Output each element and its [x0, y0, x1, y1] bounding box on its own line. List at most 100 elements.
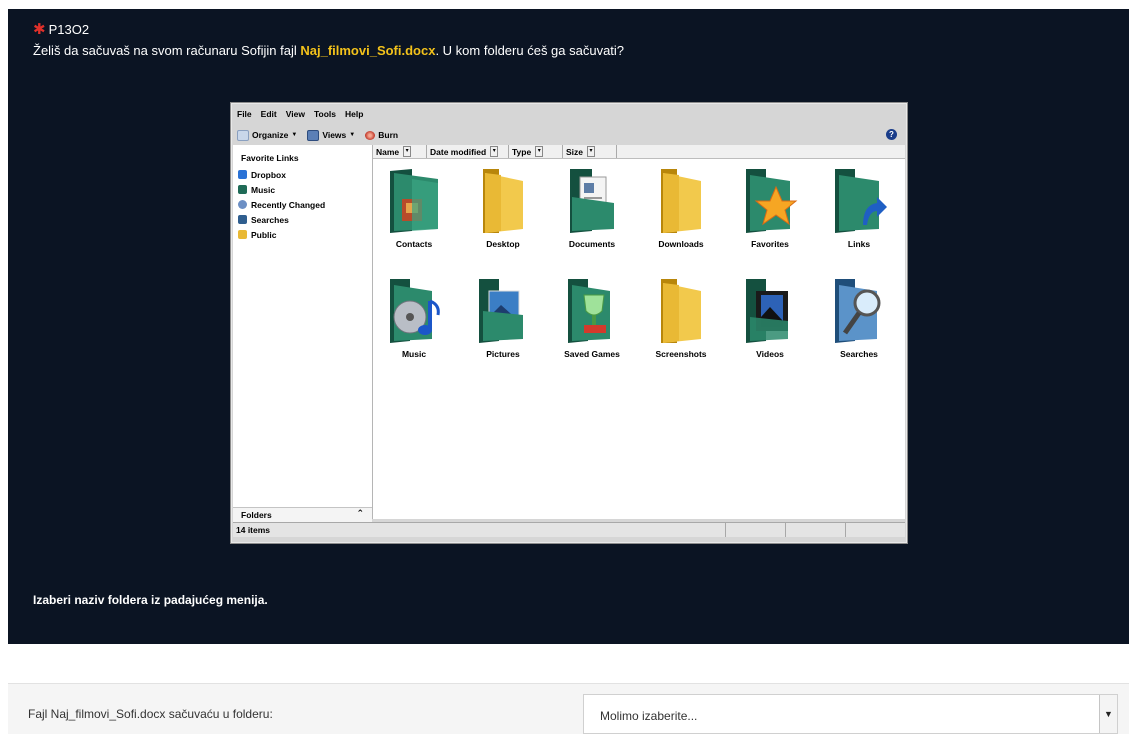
nav-item-dropbox: Dropbox — [238, 167, 325, 182]
nav-item-music: Music — [238, 182, 325, 197]
menu-help: Help — [344, 109, 364, 119]
burn-label: Burn — [378, 130, 399, 140]
question-text-after: . U kom folderu ćeš ga sačuvati? — [435, 43, 625, 58]
column-name: Name ▾ — [373, 145, 427, 158]
nav-item-searches: Searches — [238, 212, 325, 227]
music-folder-icon — [238, 185, 247, 194]
screenshots-folder-icon — [661, 279, 701, 343]
folder-label: Desktop — [486, 239, 520, 249]
nav-item-label: Public — [251, 229, 277, 240]
folders-label: Folders — [241, 510, 272, 520]
question-panel: ✱ P13O2 Želiš da sačuvaš na svom računar… — [8, 9, 1129, 644]
saved-games-folder-icon — [568, 279, 610, 343]
favorite-links-list: Dropbox Music Recently Changed Searches — [238, 167, 325, 242]
nav-item-label: Dropbox — [251, 169, 286, 180]
column-header: Name ▾ Date modified ▾ Type ▾ Size ▾ — [373, 145, 905, 159]
organize-label: Organize — [252, 130, 289, 140]
explorer-toolbar: Organize ▼ Views ▼ Burn ? — [237, 128, 901, 142]
item-count: 14 items — [236, 525, 271, 535]
required-asterisk-icon: ✱ — [33, 20, 46, 38]
folder-downloads: Downloads — [641, 167, 721, 249]
navigation-pane: Favorite Links Dropbox Music Recently Ch… — [233, 145, 373, 519]
folder-select-value: Molimo izaberite... — [600, 709, 698, 723]
folder-screenshots: Screenshots — [641, 277, 721, 359]
folder-label: Videos — [756, 349, 784, 359]
burn-button: Burn — [365, 130, 398, 140]
recent-icon — [238, 200, 247, 209]
question-code: ✱ P13O2 — [33, 20, 90, 38]
favorite-links-title: Favorite Links — [241, 153, 299, 163]
question-code-text: P13O2 — [48, 22, 90, 37]
views-icon — [307, 129, 320, 141]
nav-item-recently-changed: Recently Changed — [238, 197, 325, 212]
folder-videos: Videos — [730, 277, 810, 359]
help-icon: ? — [886, 129, 897, 140]
folder-desktop: Desktop — [463, 167, 543, 249]
question-text-before: Želiš da sačuvaš na svom računaru Sofiji… — [33, 43, 301, 58]
nav-item-public: Public — [238, 227, 325, 242]
column-date-modified: Date modified ▾ — [427, 145, 509, 158]
nav-item-label: Music — [251, 184, 276, 195]
page-frame: ✱ P13O2 Želiš da sačuvaš na svom računar… — [8, 9, 1129, 733]
question-file-name: Naj_filmovi_Sofi.docx — [300, 43, 436, 58]
column-size: Size ▾ — [563, 145, 617, 158]
folder-links: Links — [819, 167, 899, 249]
folder-select[interactable]: Molimo izaberite... ▼ — [583, 694, 1118, 734]
explorer-window: File Edit View Tools Help Organize ▼ Vie… — [230, 102, 908, 544]
dropdown-arrow-icon[interactable]: ▼ — [1099, 695, 1117, 733]
menu-tools: Tools — [313, 109, 336, 119]
folder-contacts: Contacts — [374, 167, 454, 249]
folder-label: Pictures — [486, 349, 520, 359]
folder-label: Saved Games — [564, 349, 620, 359]
nav-item-label: Recently Changed — [251, 199, 326, 210]
folder-saved-games: Saved Games — [552, 277, 632, 359]
burn-icon — [365, 130, 376, 140]
answer-row: Fajl Naj_filmovi_Sofi.docx sačuvaću u fo… — [8, 683, 1129, 734]
menu-view: View — [285, 109, 305, 119]
folder-label: Links — [847, 239, 871, 249]
nav-item-label: Searches — [251, 214, 289, 225]
folder-label: Downloads — [658, 239, 704, 249]
dropbox-icon — [238, 170, 247, 179]
menu-file: File — [237, 109, 252, 119]
status-separator — [725, 523, 726, 537]
folder-label: Favorites — [751, 239, 789, 249]
explorer-menubar: File Edit View Tools Help — [237, 109, 363, 121]
chevron-up-icon: ⌃ — [356, 508, 364, 518]
menu-edit: Edit — [260, 109, 277, 119]
views-button: Views ▼ — [307, 129, 356, 141]
music-folder-icon — [390, 279, 440, 343]
status-bar: 14 items — [233, 522, 905, 537]
folder-documents: Documents — [552, 167, 632, 249]
status-separator — [845, 523, 846, 537]
file-area: Contacts Desktop Documents Downloads Fav… — [373, 159, 905, 519]
organize-icon — [237, 129, 249, 141]
question-text: Želiš da sačuvaš na svom računaru Sofiji… — [33, 43, 624, 58]
links-folder-icon — [835, 169, 887, 233]
folder-label: Searches — [840, 349, 878, 359]
public-folder-icon — [238, 230, 247, 239]
searches-folder-icon — [238, 215, 247, 224]
documents-folder-icon — [570, 169, 614, 233]
folder-label: Music — [401, 349, 427, 359]
contacts-folder-icon — [390, 169, 438, 233]
column-type: Type ▾ — [509, 145, 563, 158]
downloads-folder-icon — [661, 169, 701, 233]
favorites-folder-icon — [746, 169, 798, 233]
instruction-text: Izaberi naziv foldera iz padajućeg menij… — [33, 593, 268, 607]
folder-label: Screenshots — [655, 349, 707, 359]
folders-bar: Folders ⌃ — [233, 507, 372, 522]
pictures-folder-icon — [479, 279, 523, 343]
folder-label: Documents — [568, 239, 616, 249]
chevron-down-icon: ▼ — [291, 132, 298, 138]
searches-folder-icon — [835, 279, 881, 343]
videos-folder-icon — [746, 279, 788, 343]
organize-button: Organize ▼ — [237, 129, 298, 141]
folder-favorites: Favorites — [730, 167, 810, 249]
chevron-down-icon: ▼ — [349, 132, 356, 138]
folder-label: Contacts — [395, 239, 433, 249]
desktop-folder-icon — [483, 169, 523, 233]
answer-label: Fajl Naj_filmovi_Sofi.docx sačuvaću u fo… — [28, 707, 273, 721]
folder-music: Music — [374, 277, 454, 359]
folder-searches: Searches — [819, 277, 899, 359]
